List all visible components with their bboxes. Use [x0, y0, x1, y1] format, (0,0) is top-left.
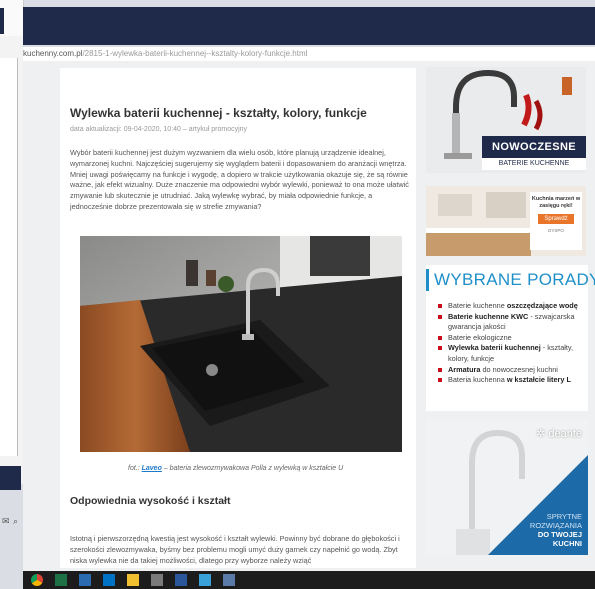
search-icon[interactable]: ⌕ — [13, 516, 18, 527]
app-icon[interactable] — [151, 574, 163, 586]
caption-prefix: fot.: — [128, 465, 142, 472]
mail-icon[interactable]: ✉ — [2, 516, 10, 527]
tip-item[interactable]: Baterie ekologiczne — [438, 333, 586, 344]
article-intro: Wybór baterii kuchennej jest dużym wyzwa… — [70, 148, 409, 211]
ad2-box: Kuchnia marzeń w zasięgu ręki! Sprawdź D… — [530, 192, 582, 250]
ad1-title: NOWOCZESNE — [482, 136, 586, 158]
tips-list: Baterie kuchenne oszczędzające wodę Bate… — [438, 301, 586, 386]
url-path: /2815-1-wylewka-baterii-kuchennej--kszta… — [82, 49, 308, 58]
outlook-icon[interactable] — [103, 574, 115, 586]
deante-logo: ✲ deante — [536, 428, 582, 440]
tips-title: WYBRANE PORADY — [434, 270, 595, 289]
left-window-icons: ✉ ⌕ — [0, 516, 23, 530]
article-title: Wylewka baterii kuchennej - kształty, ko… — [70, 106, 367, 120]
ad-modern-faucets[interactable]: NOWOCZESNE BATERIE KUCHENNE — [426, 67, 586, 173]
url-domain: kuchenny.com.pl — [23, 49, 83, 58]
chrome-icon[interactable] — [31, 574, 43, 586]
ad1-subtitle: BATERIE KUCHENNE — [482, 158, 586, 170]
left-window-button[interactable] — [0, 466, 21, 490]
caption-text: – bateria zlewozmywakowa Polla z wylewką… — [161, 465, 344, 472]
left-window-titlebar — [0, 0, 24, 36]
section-heading: Odpowiednia wysokość i kształt — [70, 495, 231, 507]
gear-icon: ✲ — [536, 428, 549, 440]
address-bar[interactable]: kuchenny.com.pl/2815-1-wylewka-baterii-k… — [23, 47, 595, 61]
browser-top-bar — [23, 7, 595, 45]
photos-icon[interactable] — [199, 574, 211, 586]
ad2-text: Kuchnia marzeń w zasięgu ręki! — [531, 196, 581, 209]
ad2-button[interactable]: Sprawdź — [538, 214, 574, 224]
excel-icon[interactable] — [55, 574, 67, 586]
tip-item[interactable]: Armatura do nowoczesnej kuchni — [438, 365, 586, 376]
article-image[interactable] — [80, 236, 402, 452]
taskbar — [23, 571, 595, 589]
left-window-pane — [0, 58, 18, 456]
ad-deante[interactable]: ✲ deante SPRYTNE ROZWIĄZANIA DO TWOJEJ K… — [426, 419, 588, 555]
app-icon[interactable] — [79, 574, 91, 586]
ad2-brand: DYSPO — [548, 228, 564, 233]
word-icon[interactable] — [175, 574, 187, 586]
explorer-icon[interactable] — [127, 574, 139, 586]
tip-item[interactable]: Baterie kuchenne KWC - szwajcarska gwara… — [438, 312, 586, 333]
tips-box: WYBRANE PORADY Baterie kuchenne oszczędz… — [426, 265, 595, 411]
section-paragraph: Istotną i pierwszorzędną kwestią jest wy… — [70, 534, 400, 565]
image-caption: fot.: Laveo – bateria zlewozmywakowa Pol… — [128, 465, 343, 472]
kitchen-sink-photo — [80, 236, 402, 452]
caption-link[interactable]: Laveo — [142, 465, 162, 472]
tip-item[interactable]: Bateria kuchenna w kształcie litery L — [438, 375, 586, 386]
deante-tagline: SPRYTNE ROZWIĄZANIA DO TWOJEJ KUCHNI — [529, 512, 582, 548]
tip-item[interactable]: Baterie kuchenne oszczędzające wodę — [438, 301, 586, 312]
app-icon[interactable] — [223, 574, 235, 586]
ad-dream-kitchen[interactable]: Kuchnia marzeń w zasięgu ręki! Sprawdź D… — [426, 186, 586, 256]
tip-item[interactable]: Wylewka baterii kuchennej - kształty, ko… — [438, 343, 586, 364]
article-meta: data aktualizacji: 09-04-2020, 10:40 – a… — [70, 126, 248, 133]
